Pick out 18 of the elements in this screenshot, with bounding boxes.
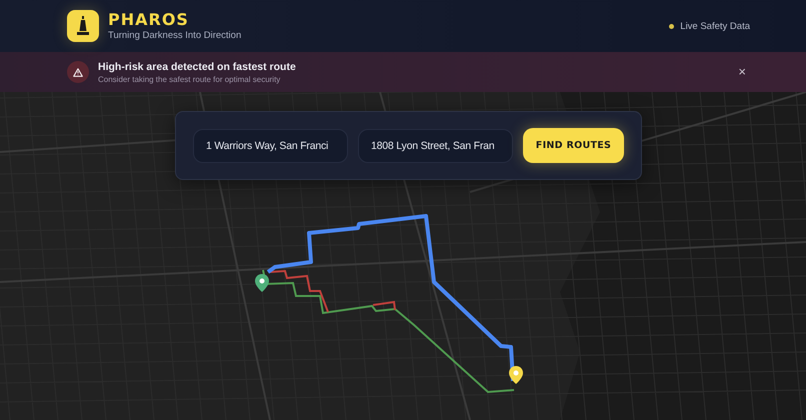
alert-message: Consider taking the safest route for optimal security	[98, 74, 282, 84]
alert-title: High-risk area detected on fastest route	[98, 60, 296, 72]
route-line[interactable]	[372, 300, 396, 310]
warning-icon	[73, 68, 83, 76]
destination-field[interactable]: 1808 Lyon Street, San Fran	[358, 128, 513, 162]
close-button[interactable]: ×	[736, 65, 748, 79]
find-routes-button[interactable]: FIND ROUTES	[523, 128, 624, 163]
map-pin-icon	[509, 366, 523, 384]
route-line[interactable]	[262, 270, 514, 394]
app-title: PHAROS	[108, 11, 190, 29]
origin-field[interactable]: 1 Warriors Way, San Franci	[193, 128, 348, 162]
route-line[interactable]	[270, 270, 329, 312]
route-line[interactable]	[266, 214, 515, 382]
status-label: Live Safety Data	[680, 20, 750, 32]
app-tagline: Turning Darkness Into Direction	[108, 30, 242, 41]
lighthouse-icon	[76, 16, 90, 36]
map-pin-icon	[255, 274, 269, 292]
status-dot-icon	[669, 24, 674, 28]
